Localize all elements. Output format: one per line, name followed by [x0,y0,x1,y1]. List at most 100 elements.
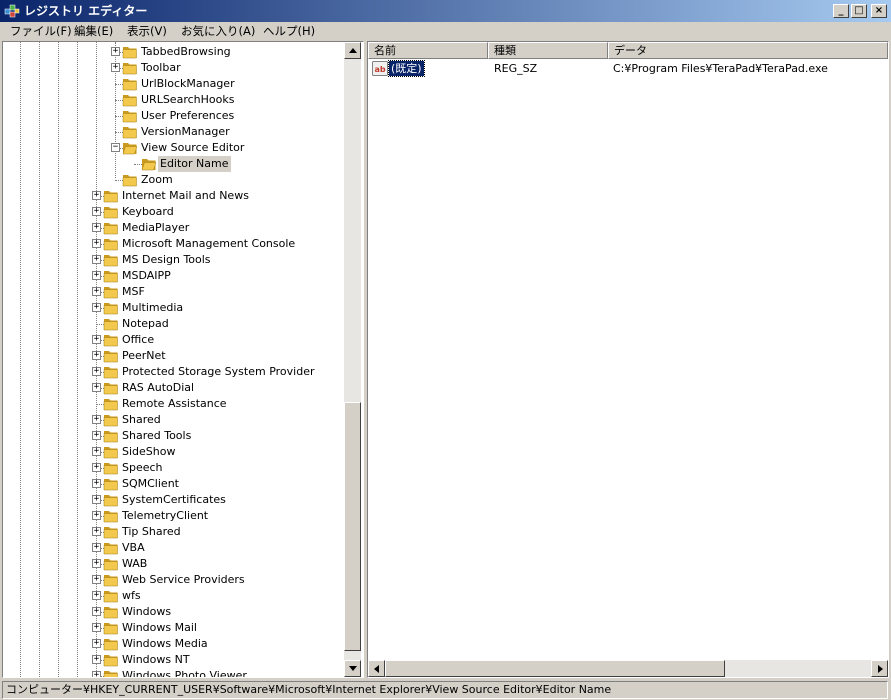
tree-node-label[interactable]: Windows Media [120,636,210,652]
tree-node[interactable]: + wfs [3,588,344,604]
expand-icon[interactable]: + [92,655,101,664]
expand-icon[interactable]: + [92,623,101,632]
maximize-button[interactable]: □ [851,4,867,18]
expand-icon[interactable]: + [92,511,101,520]
registry-values-list[interactable]: 名前 種類 データ ab (既定) REG_SZ C:¥Program File… [367,41,889,678]
tree-node[interactable]: + SQMClient [3,476,344,492]
tree-node[interactable]: + Web Service Providers [3,572,344,588]
tree-node-label[interactable]: User Preferences [139,108,236,124]
expand-icon[interactable]: + [92,351,101,360]
minimize-button[interactable]: _ [833,4,849,18]
tree-node[interactable]: URLSearchHooks [3,92,344,108]
tree-scroll-thumb[interactable] [344,401,361,651]
expand-icon[interactable]: + [92,335,101,344]
menu-file[interactable]: ファイル(F) [10,24,72,39]
registry-key-tree[interactable]: + TabbedBrowsing + Toolbar UrlBlockManager UR… [2,41,364,678]
list-scroll-thumb[interactable] [385,660,726,677]
tree-node[interactable]: + TelemetryClient [3,508,344,524]
expand-icon[interactable]: + [92,383,101,392]
scroll-down-button[interactable] [344,660,361,677]
tree-node-label[interactable]: Protected Storage System Provider [120,364,316,380]
tree-node-label[interactable]: URLSearchHooks [139,92,236,108]
tree-node[interactable]: + Tip Shared [3,524,344,540]
scroll-right-button[interactable] [871,660,888,677]
tree-node[interactable]: + Windows Media [3,636,344,652]
tree-node-label[interactable]: MediaPlayer [120,220,191,236]
tree-node[interactable]: + TabbedBrowsing [3,44,344,60]
scroll-up-button[interactable] [344,42,361,59]
menu-view[interactable]: 表示(V) [127,24,167,39]
tree-node[interactable]: + MSDAIPP [3,268,344,284]
tree-node-label[interactable]: UrlBlockManager [139,76,237,92]
tree-node[interactable]: − View Source Editor [3,140,344,156]
expand-icon[interactable]: + [92,367,101,376]
tree-node[interactable]: + SideShow [3,444,344,460]
tree-node[interactable]: + Windows Photo Viewer [3,668,344,677]
expand-icon[interactable]: + [92,671,101,677]
tree-node-label[interactable]: SQMClient [120,476,181,492]
tree-node-label[interactable]: Office [120,332,156,348]
list-horizontal-scrollbar[interactable] [368,660,888,677]
tree-node[interactable]: + Microsoft Management Console [3,236,344,252]
title-bar[interactable]: レジストリ エディター _ □ × [0,0,891,22]
tree-node[interactable]: Editor Name [3,156,344,172]
tree-node[interactable]: User Preferences [3,108,344,124]
tree-node[interactable]: + VBA [3,540,344,556]
tree-node-label[interactable]: Multimedia [120,300,185,316]
tree-node-label[interactable]: View Source Editor [139,140,246,156]
expand-icon[interactable]: + [92,287,101,296]
tree-node[interactable]: + Speech [3,460,344,476]
tree-node-label[interactable]: SideShow [120,444,177,460]
expand-icon[interactable]: + [92,303,101,312]
tree-node-label[interactable]: MS Design Tools [120,252,213,268]
tree-node-label[interactable]: MSF [120,284,147,300]
tree-node-label[interactable]: VersionManager [139,124,232,140]
tree-node[interactable]: + Windows NT [3,652,344,668]
tree-node-label[interactable]: VBA [120,540,147,556]
tree-node[interactable]: + Internet Mail and News [3,188,344,204]
tree-node-label[interactable]: Windows Photo Viewer [120,668,249,677]
expand-icon[interactable]: + [92,191,101,200]
value-name[interactable]: (既定) [388,60,425,77]
tree-node-label[interactable]: Zoom [139,172,175,188]
expand-icon[interactable]: + [92,527,101,536]
tree-node[interactable]: Notepad [3,316,344,332]
tree-node[interactable]: + Windows [3,604,344,620]
tree-node-label[interactable]: Toolbar [139,60,183,76]
column-header-type[interactable]: 種類 [488,42,608,59]
expand-icon[interactable]: + [92,495,101,504]
tree-node[interactable]: + WAB [3,556,344,572]
expand-icon[interactable]: + [92,639,101,648]
close-button[interactable]: × [871,4,887,18]
expand-icon[interactable]: + [92,591,101,600]
expand-icon[interactable]: + [92,255,101,264]
menu-help[interactable]: ヘルプ(H) [263,24,315,39]
menu-favorites[interactable]: お気に入り(A) [181,24,255,39]
value-row[interactable]: ab (既定) REG_SZ C:¥Program Files¥TeraPad¥… [368,60,888,77]
tree-node-label[interactable]: Editor Name [158,156,231,172]
tree-node-label[interactable]: WAB [120,556,149,572]
tree-node-label[interactable]: Windows [120,604,173,620]
column-header-name[interactable]: 名前 [368,42,488,59]
tree-node[interactable]: + MediaPlayer [3,220,344,236]
tree-node[interactable]: Remote Assistance [3,396,344,412]
tree-node[interactable]: + Windows Mail [3,620,344,636]
tree-node[interactable]: VersionManager [3,124,344,140]
expand-icon[interactable]: + [92,607,101,616]
expand-icon[interactable]: + [111,63,120,72]
tree-node[interactable]: + RAS AutoDial [3,380,344,396]
tree-node-label[interactable]: Tip Shared [120,524,183,540]
expand-icon[interactable]: + [92,271,101,280]
expand-icon[interactable]: + [92,543,101,552]
tree-node-label[interactable]: Keyboard [120,204,176,220]
tree-node-label[interactable]: Web Service Providers [120,572,247,588]
tree-node-label[interactable]: Microsoft Management Console [120,236,297,252]
tree-node-label[interactable]: Remote Assistance [120,396,229,412]
scroll-left-button[interactable] [368,660,385,677]
tree-node[interactable]: + Protected Storage System Provider [3,364,344,380]
tree-node-label[interactable]: MSDAIPP [120,268,173,284]
tree-node[interactable]: + Shared Tools [3,428,344,444]
tree-node[interactable]: Zoom [3,172,344,188]
expand-icon[interactable]: + [92,239,101,248]
menu-edit[interactable]: 編集(E) [74,24,113,39]
